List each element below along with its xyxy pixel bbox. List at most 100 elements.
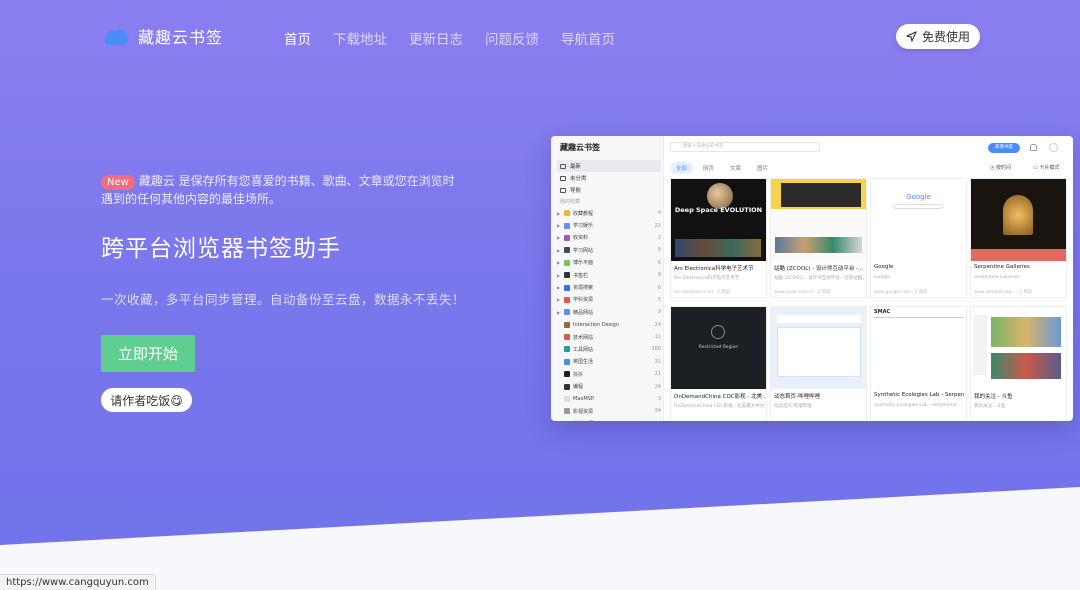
preview-nav-navigation: 导航 [557, 184, 661, 196]
folder-icon [564, 309, 570, 316]
chevron-right-icon: ▶ [557, 247, 561, 253]
card-thumbnail [771, 179, 866, 261]
folder-icon [564, 396, 570, 403]
intro-text: New 藏趣云 是保存所有您喜爱的书籍、歌曲、文章或您在浏览时遇到的任何其他内容的… [101, 172, 456, 208]
card-meta: www.serpentineg... · 2 周前 [974, 290, 1033, 295]
folder-icon [564, 234, 570, 241]
folder-icon [564, 259, 570, 266]
preview-nav: 最新 未分类 导航 [557, 160, 661, 196]
preview-sort: ◷ 按时间 [990, 165, 1011, 171]
preview-folder-name: MaxMSP [573, 396, 594, 403]
preview-folder-item: ▶ 学习网站 8 [557, 244, 661, 256]
preview-folder-name: 编程 [573, 384, 584, 391]
preview-folder-name: 资源搜索 [573, 285, 594, 292]
preview-folder-item: 其他资源5 [557, 418, 661, 421]
preview-my-collections-label: 我的收藏 [560, 199, 581, 205]
card-description: OnDemandChina COC影视 - 北美最大中文影视平台 [674, 404, 765, 409]
inbox-icon [560, 175, 566, 181]
app-preview-screenshot: 藏趣云书签 最新 未分类 导航 我的收藏 ▶ 收藏教程 4 ▶ 学习娱乐 22 ▶ 收资料 2 ▶… [551, 136, 1073, 421]
preview-view-label: 卡片模式 [1039, 165, 1060, 171]
preview-folder-name: 博乐平面 [573, 260, 594, 267]
preview-folder-count: 11 [654, 334, 661, 341]
card-thumbnail: Google [871, 179, 966, 261]
chevron-right-icon: ▶ [557, 260, 561, 266]
card-thumbnail: SMAC [871, 307, 966, 389]
preview-folder-count: 166 [651, 346, 661, 353]
preview-tab-web: 网页 [703, 166, 715, 172]
preview-app-title: 藏趣云书签 [560, 143, 600, 152]
card-meta: www.zcool.com.cn · 2 周前 [774, 290, 831, 295]
card-meta: ars.electronica.art · 2 周前 [674, 290, 730, 295]
preview-folder-name: 收资料 [573, 235, 589, 242]
cloud-icon [104, 28, 129, 45]
nav-link-download[interactable]: 下载地址 [333, 28, 387, 48]
preview-folder-item: ▶ 收资料 2 [557, 232, 661, 244]
bookmark-card: Deep Space EVOLUTION Ars Electronica科学电子… [670, 178, 767, 298]
preview-tab-article: 文章 [730, 166, 742, 172]
brand-name: 藏趣云书签 [138, 28, 224, 47]
card-description: Synthetic Ecologies Lab - Serpentine... [874, 403, 961, 408]
preview-folder-name: 收藏教程 [573, 210, 594, 217]
avatar [1049, 143, 1058, 152]
bookmark-card: 站酷 (ZCOOL) - 设计师互动平台 -... 站酷 (ZCOOL) - 设… [770, 178, 867, 298]
card-description: Serpentine Galleries [974, 275, 1020, 280]
card-description: 站酷 (ZCOOL) - 设计师互动平台 - 打开站酷，发现更好的设计！ [774, 276, 865, 281]
card-thumbnail: Restricted Region [671, 307, 766, 389]
card-description: 我的关注 - 斗鱼 [974, 404, 1006, 409]
free-use-label: 免费使用 [921, 30, 970, 44]
folder-icon [564, 272, 570, 279]
top-navigation: 藏趣云书签 首页 下载地址 更新日志 问题反馈 导航首页 免费使用 [0, 0, 1080, 74]
chevron-right-icon: ▶ [557, 235, 561, 241]
preview-folder-count: 9 [657, 272, 661, 279]
folder-icon [564, 346, 570, 353]
bookmark-card: SMAC Synthetic Ecologies Lab - Serpen...… [870, 306, 967, 421]
preview-folder-name: 抖抖 [573, 371, 584, 378]
folder-icon [564, 321, 570, 328]
preview-folder-count: 9 [657, 309, 661, 316]
preview-nav-label: 导航 [570, 188, 582, 194]
folder-icon [564, 296, 570, 303]
card-thumbnail [771, 307, 866, 389]
preview-folder-item: ▶ 精品网站 9 [557, 306, 661, 318]
card-thumb-text: Restricted Region [698, 345, 739, 350]
preview-folder-count: 8 [657, 247, 661, 254]
folder-icon [560, 163, 566, 169]
preview-search-input: 搜索人员地址的书签 [670, 142, 820, 152]
nav-link-nav-home[interactable]: 导航首页 [561, 28, 615, 48]
folder-icon [564, 210, 570, 217]
send-icon [906, 31, 917, 42]
free-use-button[interactable]: 免费使用 [896, 24, 980, 49]
preview-main: 搜索人员地址的书签 新增书签 全部 网页 文章 图片 ◷ 按时间 ▭ 卡片模式 … [664, 136, 1073, 421]
preview-sort-label: 按时间 [995, 165, 1011, 171]
preview-folder-name: 英国生活 [573, 359, 594, 366]
folder-icon [564, 383, 570, 390]
card-meta: www.google.com · 2 周前 [874, 290, 928, 295]
preview-folder-name: 影视资源 [573, 408, 594, 415]
preview-folder-name: 学科资源 [573, 297, 594, 304]
preview-tab-image: 图片 [757, 166, 769, 172]
nav-link-home[interactable]: 首页 [284, 28, 311, 48]
bookmark-card: 我的关注 - 斗鱼 我的关注 - 斗鱼 [970, 306, 1067, 421]
card-thumb-text: Google [906, 193, 931, 201]
preview-folder-count: 2 [657, 234, 661, 241]
preview-folder-count: 34 [654, 408, 661, 415]
folder-icon [564, 371, 570, 378]
bookmark-card: Google Google Google www.google.com · 2 … [870, 178, 967, 298]
preview-nav-uncategorized: 未分类 [557, 172, 661, 184]
card-thumb-text: Deep Space EVOLUTION [674, 206, 763, 214]
nav-link-feedback[interactable]: 问题反馈 [485, 28, 539, 48]
hero-subline: 一次收藏，多平台同步管理。自动备份至云盘，数据永不丢失！ [101, 292, 466, 307]
folder-icon [564, 222, 570, 229]
preview-folder-item: 技术网站 11 [557, 331, 661, 343]
preview-folder-count: 3 [657, 396, 661, 403]
hero-headline: 跨平台浏览器书签助手 [101, 236, 341, 262]
preview-folder-name: 学习网站 [573, 247, 594, 254]
nav-link-changelog[interactable]: 更新日志 [409, 28, 463, 48]
preview-folder-count: 22 [654, 222, 661, 229]
start-now-button[interactable]: 立即开始 [101, 335, 195, 372]
treat-author-button[interactable]: 请作者吃饭😋 [101, 388, 192, 412]
new-badge: New [101, 175, 135, 190]
brand-logo[interactable]: 藏趣云书签 [102, 24, 223, 48]
card-thumbnail: Deep Space EVOLUTION [671, 179, 766, 261]
preview-folder-name: 技术网站 [573, 334, 594, 341]
